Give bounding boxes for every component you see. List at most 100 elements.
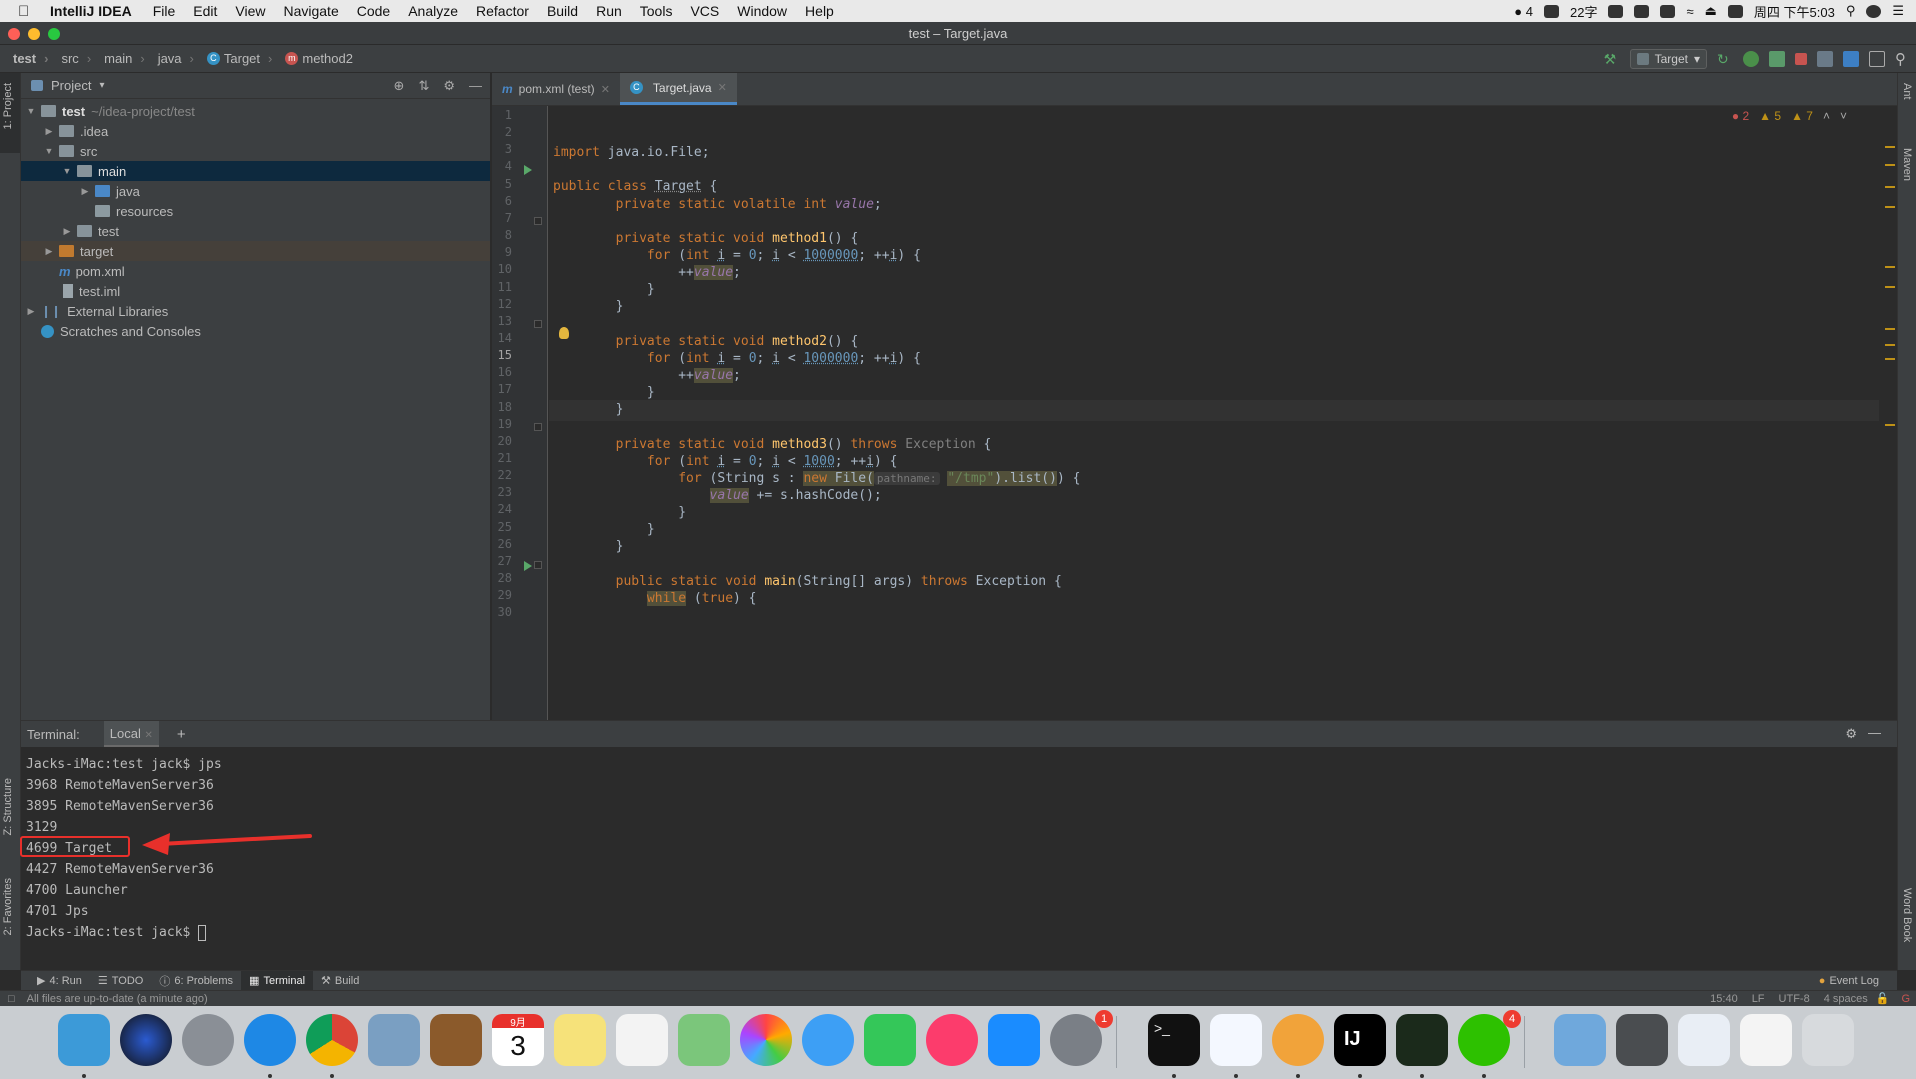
tree-item-target[interactable]: ▶ target <box>21 241 490 261</box>
tool-tab-run[interactable]: ▶ 4: Run <box>29 971 90 991</box>
mail-icon[interactable] <box>368 1014 420 1066</box>
tree-item-resources[interactable]: resources <box>21 201 490 221</box>
wifi-icon[interactable]: ≈ <box>1686 4 1693 19</box>
fold-marker-icon[interactable] <box>534 423 542 431</box>
line-number[interactable]: 4 <box>492 159 512 173</box>
code-area[interactable]: import java.io.File; public class Target… <box>553 106 1853 720</box>
line-number[interactable]: 25 <box>492 520 512 534</box>
chevron-down-icon[interactable]: ▾ <box>99 80 104 91</box>
wechat-icon[interactable] <box>1458 1014 1510 1066</box>
line-number[interactable]: 9 <box>492 245 512 259</box>
weak-warning-count[interactable]: ▲ 7 <box>1791 109 1813 123</box>
status-icon-b[interactable] <box>1634 4 1650 18</box>
intention-bulb-icon[interactable] <box>559 327 569 339</box>
minimize-window-button[interactable] <box>28 28 40 40</box>
tree-item-src[interactable]: ▼ src <box>21 141 490 161</box>
fold-marker-icon[interactable] <box>534 217 542 225</box>
rerun-icon[interactable]: ↻ <box>1717 51 1733 67</box>
run-gutter-icon[interactable] <box>524 165 532 175</box>
menu-window[interactable]: Window <box>737 3 787 19</box>
tree-item-idea[interactable]: ▶ .idea <box>21 121 490 141</box>
downloads-folder-icon[interactable] <box>1554 1014 1606 1066</box>
breadcrumb-method[interactable]: m method2 <box>285 51 353 66</box>
safari-icon[interactable] <box>244 1014 296 1066</box>
stripe-mark[interactable] <box>1885 328 1895 330</box>
collapse-arrow-icon[interactable]: ▶ <box>61 226 73 237</box>
tree-item-scratches[interactable]: Scratches and Consoles <box>21 321 490 341</box>
input-source-icon[interactable] <box>1727 4 1743 18</box>
terminal-app-icon[interactable]: >_ <box>1148 1014 1200 1066</box>
close-tab-icon[interactable]: ✕ <box>718 81 727 94</box>
close-window-button[interactable] <box>8 28 20 40</box>
toggle-tool-windows-icon[interactable]: □ <box>8 993 15 1005</box>
indent-setting[interactable]: 4 spaces <box>1824 993 1868 1005</box>
tool-tab-problems[interactable]: ⓘ 6: Problems <box>151 971 241 991</box>
status-message[interactable]: All files are up-to-date (a minute ago) <box>27 993 208 1005</box>
code-editor[interactable]: 1 2 3 4 5 6 7 8 9 10 11 12 13 14 15 16 17 18 19 20 21 22 23 24 2… <box>492 106 1897 720</box>
run-configuration-dropdown[interactable]: Target ▾ <box>1629 49 1707 69</box>
line-number[interactable]: 21 <box>492 451 512 465</box>
line-number[interactable]: 10 <box>492 262 512 276</box>
tool-tab-terminal[interactable]: ▦ Terminal <box>241 970 314 991</box>
messages-icon[interactable] <box>802 1014 854 1066</box>
line-number[interactable]: 12 <box>492 297 512 311</box>
error-stripe[interactable] <box>1885 126 1895 646</box>
line-number[interactable]: 26 <box>492 537 512 551</box>
siri-dock-icon[interactable] <box>120 1014 172 1066</box>
clock[interactable]: 周四 下午5:03 <box>1754 2 1835 21</box>
hide-panel-icon[interactable]: — <box>1868 725 1881 740</box>
photos-icon[interactable] <box>740 1014 792 1066</box>
gear-icon[interactable]: ⚙ <box>443 78 455 94</box>
navicat-icon[interactable] <box>1272 1014 1324 1066</box>
close-tab-icon[interactable]: ✕ <box>144 730 152 741</box>
minimized-window-3[interactable] <box>1740 1014 1792 1066</box>
contacts-icon[interactable] <box>430 1014 482 1066</box>
menu-file[interactable]: File <box>153 3 176 19</box>
stripe-mark[interactable] <box>1885 146 1895 148</box>
app-menu-name[interactable]: IntelliJ IDEA <box>50 3 132 19</box>
new-terminal-button[interactable]: + <box>177 726 186 743</box>
input-method-indicator[interactable]: 22字 <box>1570 2 1597 21</box>
stripe-mark[interactable] <box>1885 186 1895 188</box>
line-number[interactable]: 8 <box>492 228 512 242</box>
baidu-netdisk-icon[interactable] <box>1210 1014 1262 1066</box>
breadcrumb-src[interactable]: src › <box>61 51 91 66</box>
stripe-mark[interactable] <box>1885 164 1895 166</box>
inspection-widget[interactable]: ● 2 ▲ 5 ▲ 7 ˄ ˅ <box>1732 109 1847 123</box>
siri-icon[interactable] <box>1866 4 1882 18</box>
menu-analyze[interactable]: Analyze <box>408 3 458 19</box>
collapse-all-icon[interactable]: ⇅ <box>418 78 429 94</box>
event-log-button[interactable]: ● Event Log <box>1811 971 1887 991</box>
facetime-icon[interactable] <box>864 1014 916 1066</box>
lock-icon[interactable]: 🔓 <box>1876 992 1890 1005</box>
line-number[interactable]: 23 <box>492 485 512 499</box>
eject-icon[interactable]: ⏏ <box>1705 3 1717 19</box>
reminders-icon[interactable] <box>616 1014 668 1066</box>
minimized-window-2[interactable] <box>1678 1014 1730 1066</box>
line-number[interactable]: 22 <box>492 468 512 482</box>
line-number[interactable]: 3 <box>492 142 512 156</box>
tree-item-java[interactable]: ▶ java <box>21 181 490 201</box>
stripe-label-favorites[interactable]: 2: Favorites <box>2 878 14 935</box>
translate-icon[interactable] <box>1843 51 1859 67</box>
menu-tools[interactable]: Tools <box>640 3 673 19</box>
menu-run[interactable]: Run <box>596 3 622 19</box>
collapse-arrow-icon[interactable]: ▶ <box>43 126 55 137</box>
stripe-label-maven[interactable]: Maven <box>1901 148 1913 181</box>
presentation-icon[interactable] <box>1869 51 1885 67</box>
system-preferences-icon[interactable] <box>1050 1014 1102 1066</box>
locate-file-icon[interactable]: ⊕ <box>394 78 405 94</box>
tree-item-pom[interactable]: m pom.xml <box>21 261 490 281</box>
intellij-idea-icon[interactable]: IJ <box>1334 1014 1386 1066</box>
gear-icon[interactable]: ⚙ <box>1845 726 1857 742</box>
notes-icon[interactable] <box>554 1014 606 1066</box>
line-number[interactable]: 1 <box>492 108 512 122</box>
tool-tab-todo[interactable]: ☰ TODO <box>90 971 151 991</box>
line-number[interactable]: 6 <box>492 194 512 208</box>
line-number[interactable]: 20 <box>492 434 512 448</box>
menu-help[interactable]: Help <box>805 3 834 19</box>
expand-arrow-icon[interactable]: ▼ <box>61 166 73 176</box>
tree-item-external-libraries[interactable]: ▶ ❙❙ External Libraries <box>21 301 490 321</box>
line-number[interactable]: 17 <box>492 382 512 396</box>
expand-arrow-icon[interactable]: ▼ <box>25 106 37 116</box>
